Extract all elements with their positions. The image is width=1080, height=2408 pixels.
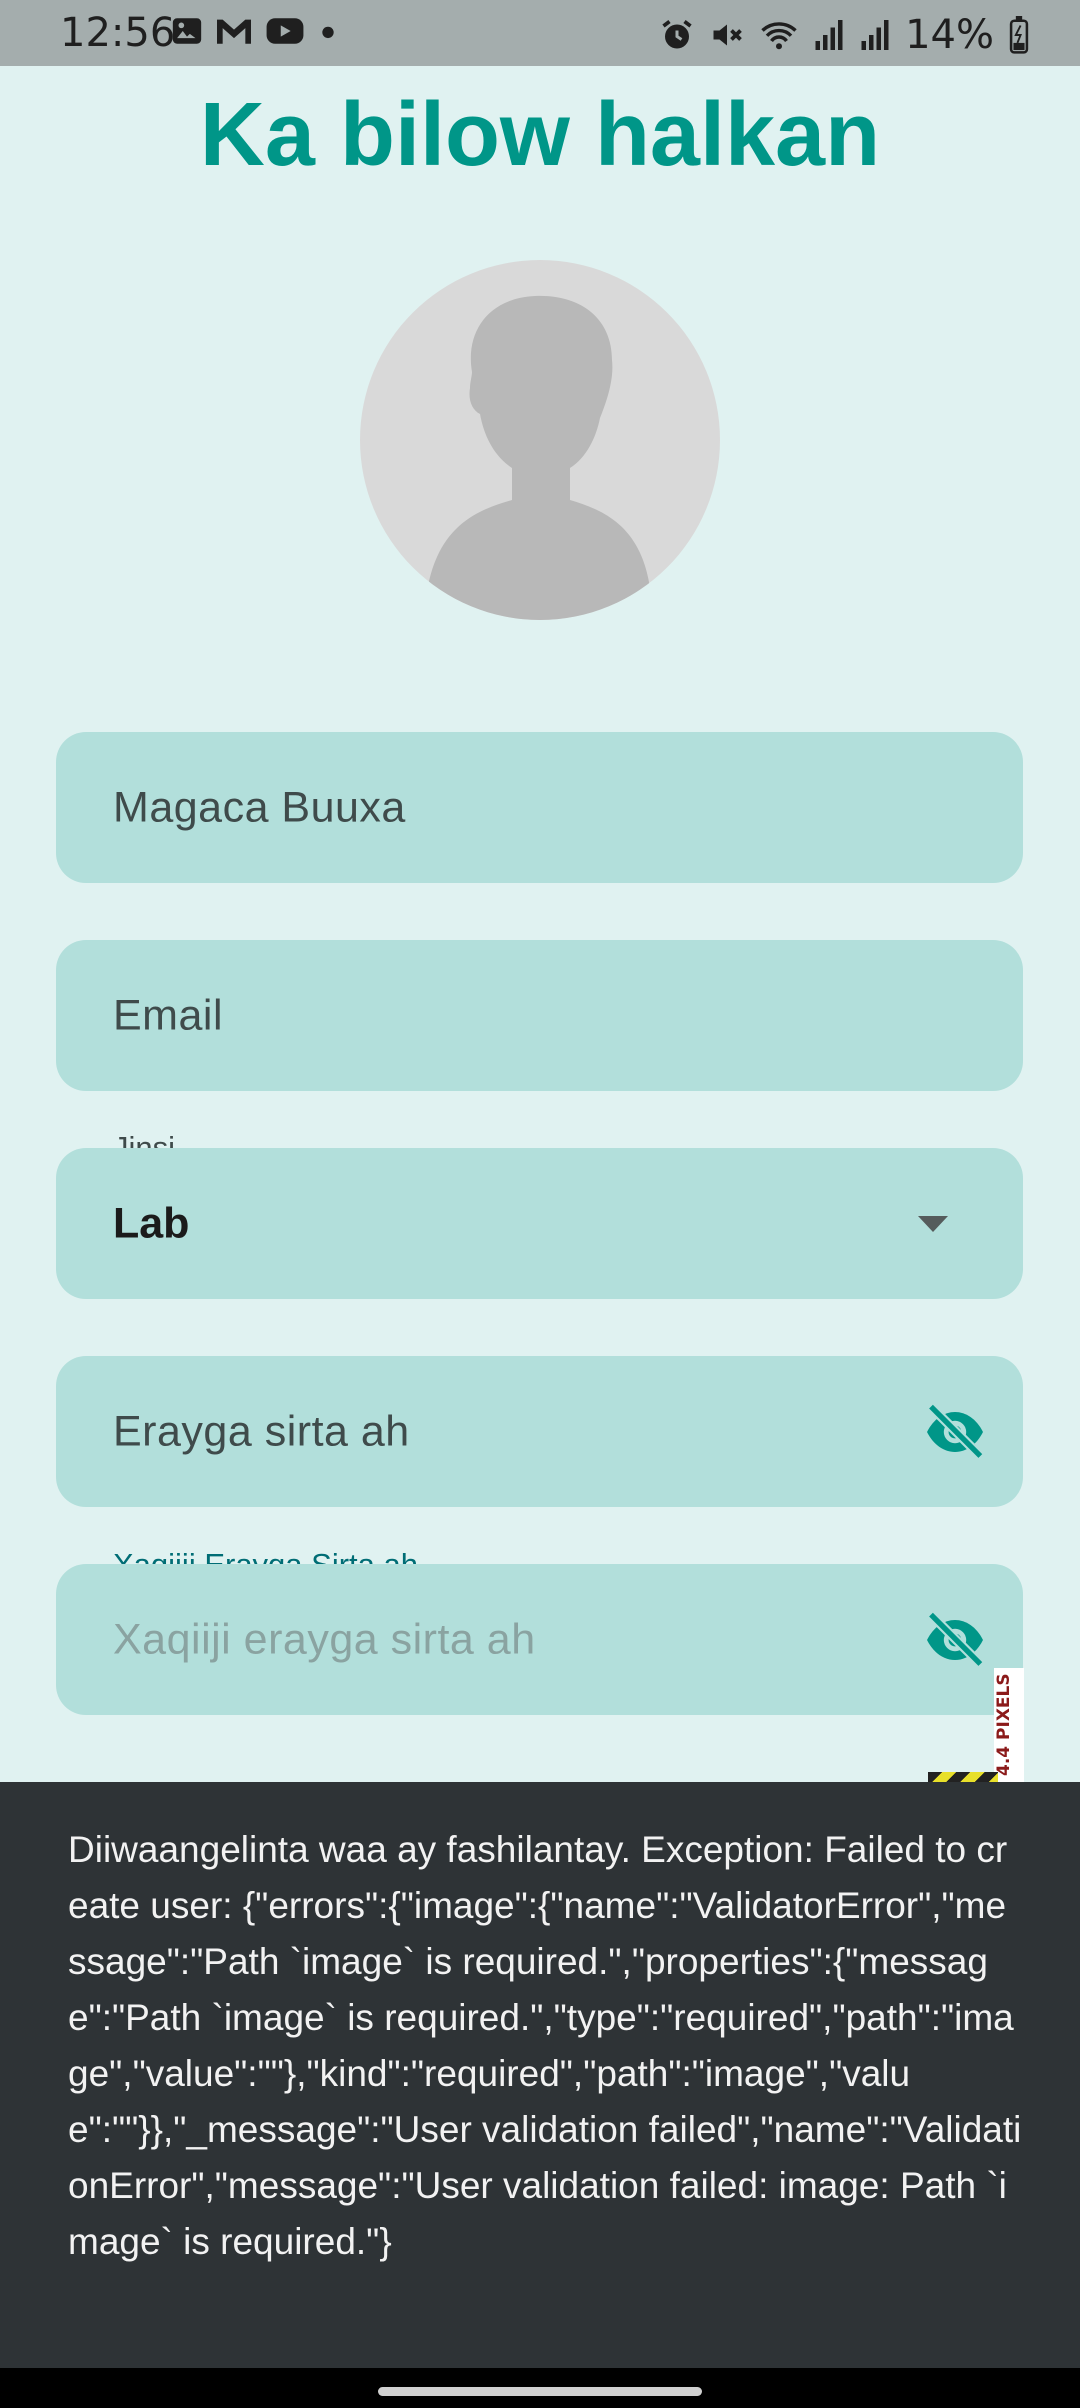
notification-icons xyxy=(170,14,340,48)
full-name-field[interactable]: Magaca Buuxa xyxy=(56,732,1023,883)
password-field[interactable]: Erayga sirta ah xyxy=(56,1356,1023,1507)
signal-icon xyxy=(815,20,843,50)
page-title: Ka bilow halkan xyxy=(199,85,881,185)
dropdown-arrow-icon xyxy=(918,1216,948,1232)
person-silhouette-icon xyxy=(424,295,653,620)
home-gesture-handle[interactable] xyxy=(378,2387,702,2396)
visibility-off-icon[interactable] xyxy=(923,1400,987,1464)
overflow-debug-stripe xyxy=(928,1772,998,1782)
battery-percent: 14% xyxy=(905,12,994,58)
overflow-debug-label: 4.4 PIXELS xyxy=(994,1673,1014,1776)
gender-dropdown[interactable]: Lab xyxy=(56,1148,1023,1299)
wifi-icon xyxy=(761,22,797,50)
dot-icon xyxy=(322,26,334,39)
password-placeholder: Erayga sirta ah xyxy=(113,1407,410,1455)
overflow-debug-banner: 4.4 PIXELS xyxy=(994,1668,1024,1782)
visibility-off-icon[interactable] xyxy=(923,1608,987,1672)
email-field[interactable]: Email xyxy=(56,940,1023,1091)
profile-image-picker[interactable] xyxy=(360,260,720,620)
system-icons: 14% xyxy=(659,12,1030,58)
gender-selected-value: Lab xyxy=(113,1199,190,1247)
battery-icon xyxy=(1009,16,1029,54)
email-placeholder: Email xyxy=(113,991,224,1039)
gmail-icon xyxy=(217,19,251,44)
status-time: 12:56 xyxy=(60,10,176,56)
signal-icon xyxy=(861,20,889,50)
alarm-icon xyxy=(662,20,692,49)
navigation-bar xyxy=(0,2368,1080,2408)
full-name-placeholder: Magaca Buuxa xyxy=(113,783,406,831)
status-bar: 12:56 14% xyxy=(0,0,1080,66)
snackbar-message: Diiwaangelinta waa ay fashilantay. Excep… xyxy=(68,1829,1022,2262)
mute-icon xyxy=(713,24,742,46)
error-snackbar: Diiwaangelinta waa ay fashilantay. Excep… xyxy=(0,1782,1080,2368)
youtube-icon xyxy=(266,18,304,44)
gallery-icon xyxy=(172,18,202,44)
confirm-password-placeholder: Xaqiiji erayga sirta ah xyxy=(113,1615,536,1663)
confirm-password-field[interactable]: Xaqiiji erayga sirta ah xyxy=(56,1564,1023,1715)
